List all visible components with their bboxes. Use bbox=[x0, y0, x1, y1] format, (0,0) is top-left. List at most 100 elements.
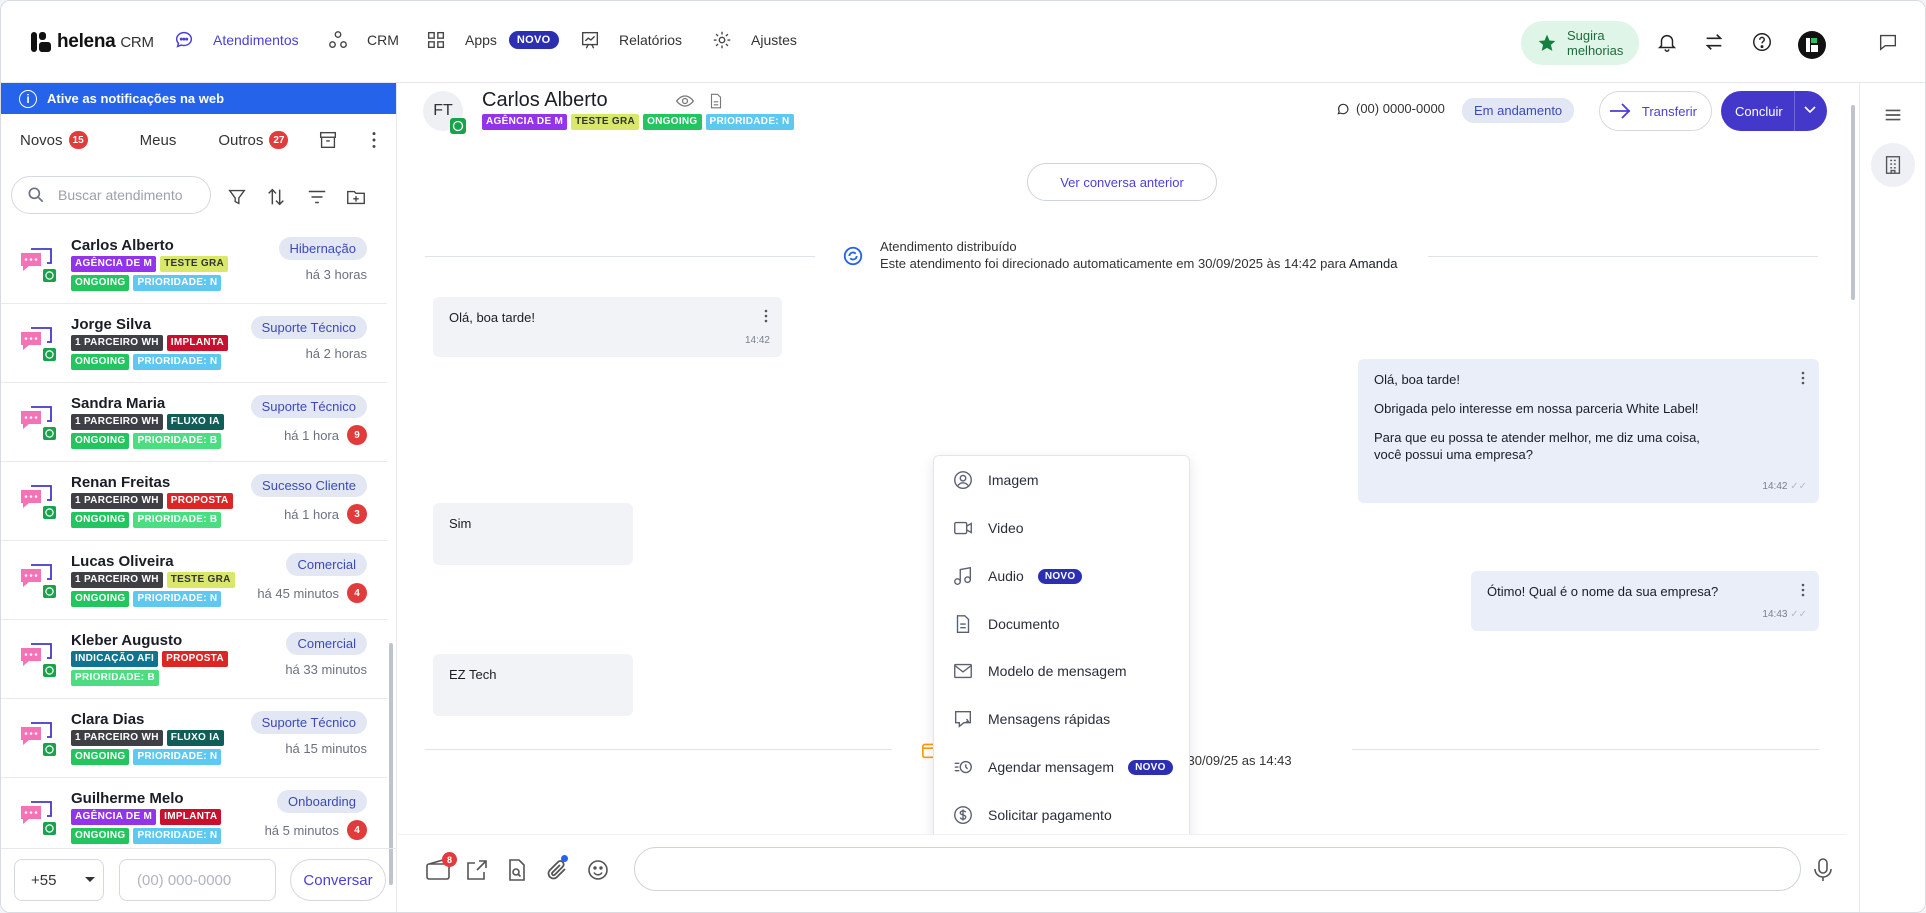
tag-row: ONGOING PRIORIDADE: B bbox=[71, 512, 222, 528]
contact-name: Guilherme Melo bbox=[71, 790, 184, 807]
tab-meus[interactable]: Meus bbox=[140, 132, 177, 149]
chevron-down-icon bbox=[85, 877, 96, 882]
conversation-tag: AGÊNCIA DE M bbox=[71, 809, 157, 825]
conversation-item[interactable]: Jorge Silva 1 PARCEIRO WH IMPLANTA ONGOING P… bbox=[1, 304, 387, 383]
music-icon bbox=[954, 566, 972, 585]
conversation-tag: 1 PARCEIRO WH bbox=[71, 493, 163, 509]
message-input[interactable] bbox=[634, 847, 1801, 891]
new-conversation-bar: +55 (00) 000-0000 Conversar bbox=[1, 848, 397, 912]
new-badge: NOVO bbox=[1037, 568, 1083, 584]
message-text: Ótimo! Qual é o nome da sua empresa? bbox=[1487, 584, 1719, 599]
user-avatar[interactable] bbox=[1798, 31, 1826, 59]
time-info: há 2 horas bbox=[306, 346, 367, 361]
attach-menu-item[interactable]: Audio NOVO bbox=[934, 556, 1191, 596]
message-menu-icon[interactable] bbox=[1801, 583, 1805, 597]
conversation-item[interactable]: Sandra Maria 1 PARCEIRO WH FLUXO IA ONGOING… bbox=[1, 383, 387, 462]
conversation-list-scrollbar[interactable] bbox=[388, 231, 394, 885]
chat-channel-icon bbox=[17, 401, 57, 441]
contact-tag: AGÊNCIA DE M bbox=[482, 114, 568, 130]
phone-number-input[interactable]: (00) 000-0000 bbox=[119, 859, 276, 901]
hamburger-menu-icon bbox=[1885, 109, 1901, 121]
file-details-icon[interactable] bbox=[707, 91, 725, 111]
message-menu-icon[interactable] bbox=[764, 309, 768, 323]
unread-count-badge: 4 bbox=[347, 820, 367, 840]
archive-icon[interactable] bbox=[317, 129, 339, 151]
attach-menu-item[interactable]: Modelo de mensagem bbox=[934, 651, 1191, 691]
nav-relatorios-label: Relatórios bbox=[619, 32, 683, 48]
nav-crm[interactable]: CRM bbox=[327, 29, 399, 51]
chat-scrollbar[interactable] bbox=[1849, 93, 1857, 823]
conversation-item[interactable]: Lucas Oliveira 1 PARCEIRO WH TESTE GRA ONGO… bbox=[1, 541, 387, 620]
external-link-icon[interactable] bbox=[465, 858, 489, 882]
microphone-icon[interactable] bbox=[1812, 857, 1834, 883]
department-badge: Suporte Técnico bbox=[250, 316, 367, 339]
conversation-tag: PRIORIDADE: N bbox=[133, 749, 222, 765]
tab-novos[interactable]: Novos 15 bbox=[20, 131, 88, 149]
crm-nodes-icon bbox=[329, 31, 347, 49]
incoming-message[interactable]: Olá, boa tarde! 14:42 bbox=[433, 297, 782, 357]
conversation-tag: PROPOSTA bbox=[166, 493, 233, 509]
nav-ajustes-label: Ajustes bbox=[751, 32, 797, 48]
chevron-down-icon[interactable] bbox=[1804, 106, 1816, 114]
nav-relatorios[interactable]: Relatórios bbox=[579, 29, 682, 51]
attach-menu-item[interactable]: Documento bbox=[934, 604, 1191, 644]
conversation-tag: TESTE GRA bbox=[160, 256, 229, 272]
mail-icon bbox=[954, 663, 972, 679]
conversation-item[interactable]: Guilherme Melo AGÊNCIA DE M IMPLANTA ONGOIN… bbox=[1, 778, 387, 845]
previous-conversation-button[interactable]: Ver conversa anterior bbox=[1027, 163, 1217, 201]
outgoing-message[interactable]: Olá, boa tarde! Obrigada pelo interesse … bbox=[1358, 359, 1819, 503]
help-icon[interactable] bbox=[1751, 31, 1773, 53]
emoji-icon[interactable] bbox=[586, 858, 610, 882]
eye-icon[interactable] bbox=[675, 91, 695, 111]
incoming-message[interactable]: Sim bbox=[433, 503, 633, 565]
bell-icon[interactable] bbox=[1656, 31, 1678, 53]
attach-menu-item[interactable]: Solicitar pagamento bbox=[934, 795, 1191, 835]
tag-row: ONGOING PRIORIDADE: N bbox=[71, 828, 222, 844]
search-placeholder: Buscar atendimento bbox=[58, 187, 183, 203]
outgoing-message[interactable]: Ótimo! Qual é o nome da sua empresa? 14:… bbox=[1471, 571, 1819, 631]
tab-outros-label: Outros bbox=[218, 131, 264, 149]
more-vertical-icon[interactable] bbox=[363, 129, 385, 151]
transfer-button[interactable]: Transferir bbox=[1599, 91, 1712, 131]
attach-menu-item[interactable]: Video bbox=[934, 508, 1191, 548]
attach-menu-item[interactable]: Imagem bbox=[934, 460, 1191, 500]
conversation-item[interactable]: Kleber Augusto INDICAÇÃO AFI PROPOSTA PRIOR… bbox=[1, 620, 387, 699]
folder-add-icon[interactable] bbox=[345, 186, 367, 208]
avatar-logo-icon bbox=[1806, 38, 1818, 52]
contact-name: Clara Dias bbox=[71, 711, 145, 728]
filter-icon[interactable] bbox=[226, 186, 248, 208]
conversation-item[interactable]: Clara Dias 1 PARCEIRO WH FLUXO IA ONGOING PR… bbox=[1, 699, 387, 778]
nav-apps[interactable]: Apps NOVO bbox=[425, 29, 559, 51]
notification-banner[interactable]: i Ative as notificações na web bbox=[1, 83, 396, 114]
incoming-message[interactable]: EZ Tech bbox=[433, 654, 633, 716]
tag-row: ONGOING PRIORIDADE: B bbox=[71, 433, 222, 449]
tab-outros[interactable]: Outros 27 bbox=[218, 131, 289, 149]
list-filter-icon[interactable] bbox=[306, 186, 328, 208]
menu-button[interactable] bbox=[1871, 93, 1915, 137]
contact-avatar[interactable]: FT bbox=[423, 91, 466, 134]
document-icon bbox=[956, 615, 970, 633]
conversation-item[interactable]: Renan Freitas 1 PARCEIRO WH PROPOSTA ONGOIN… bbox=[1, 462, 387, 541]
conclude-button[interactable]: Concluir bbox=[1721, 91, 1827, 131]
suggest-improvements-button[interactable]: Sugira melhorias bbox=[1521, 21, 1639, 65]
app-logo[interactable]: helena CRM bbox=[31, 31, 154, 53]
start-conversation-button[interactable]: Conversar bbox=[290, 859, 386, 901]
file-search-icon[interactable] bbox=[506, 858, 528, 882]
company-button[interactable] bbox=[1871, 143, 1915, 187]
message-menu-icon[interactable] bbox=[1801, 371, 1805, 385]
tag-row: 1 PARCEIRO WH TESTE GRA bbox=[71, 572, 235, 588]
search-input[interactable]: Buscar atendimento bbox=[11, 176, 211, 214]
attach-menu-item[interactable]: Mensagens rápidas bbox=[934, 699, 1191, 739]
country-code-select[interactable]: +55 bbox=[14, 859, 104, 901]
swap-arrows-icon[interactable] bbox=[1703, 31, 1725, 53]
conversation-item[interactable]: Carlos Alberto AGÊNCIA DE M TESTE GRA ONGOI… bbox=[1, 225, 387, 304]
nav-ajustes[interactable]: Ajustes bbox=[711, 29, 797, 51]
attach-menu-label: Modelo de mensagem bbox=[988, 663, 1127, 679]
sort-icon[interactable] bbox=[265, 186, 287, 208]
nav-atendimentos[interactable]: Atendimentos bbox=[173, 29, 299, 51]
distribution-icon bbox=[843, 246, 863, 266]
chat-panel-icon[interactable] bbox=[1877, 31, 1899, 53]
attach-menu-item[interactable]: Agendar mensagem NOVO bbox=[934, 747, 1191, 787]
conversation-tag: PRIORIDADE: B bbox=[133, 433, 222, 449]
chat-channel-icon bbox=[17, 322, 57, 362]
